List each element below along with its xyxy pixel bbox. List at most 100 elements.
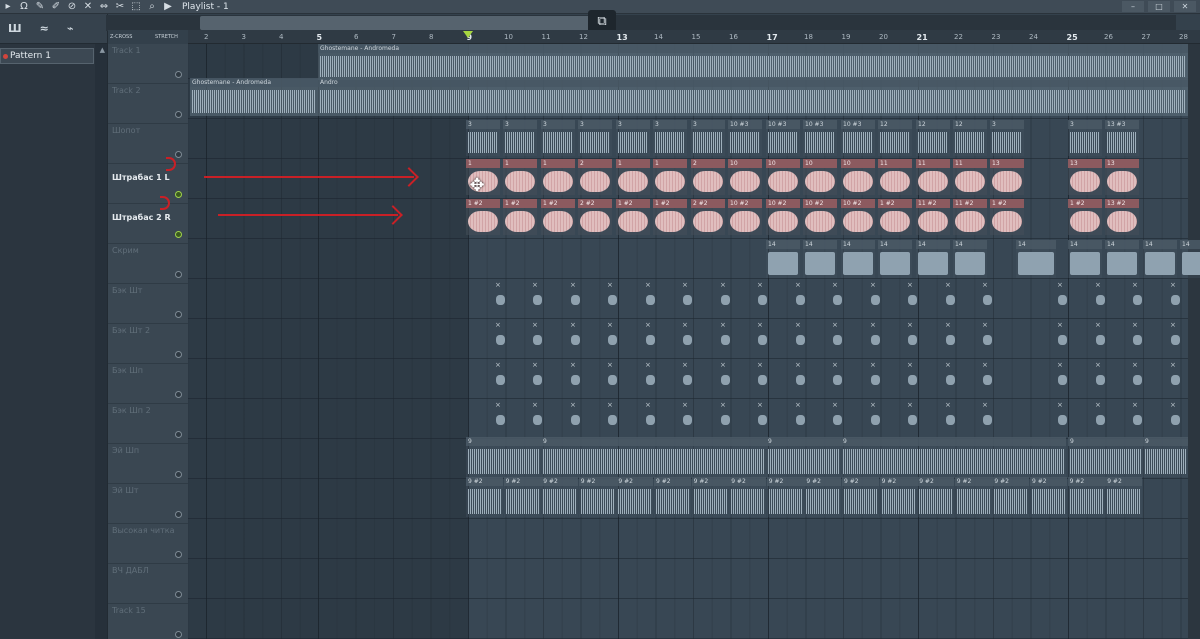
clip-close-icon[interactable]: × <box>907 321 913 329</box>
small-clip[interactable]: × <box>944 361 956 399</box>
audio-clip[interactable]: 10 #3 <box>803 120 837 156</box>
audio-clip[interactable]: 1 <box>616 159 650 195</box>
audio-clip[interactable]: 3 <box>541 120 575 156</box>
small-clip[interactable]: × <box>756 281 768 319</box>
small-clip[interactable]: × <box>569 321 581 359</box>
track-row[interactable]: Штрабас 1 L <box>108 164 188 204</box>
small-clip[interactable]: × <box>494 401 506 439</box>
small-clip[interactable]: × <box>569 401 581 439</box>
clip-close-icon[interactable]: × <box>720 321 726 329</box>
small-clip[interactable]: × <box>1056 281 1068 319</box>
track-row[interactable]: Скрим <box>108 244 188 284</box>
slip-icon[interactable]: ⇔ <box>98 1 110 12</box>
clip-close-icon[interactable]: × <box>1095 401 1101 409</box>
clip-close-icon[interactable]: × <box>720 361 726 369</box>
small-clip[interactable]: × <box>831 281 843 319</box>
audio-clip[interactable]: 9 <box>541 437 766 477</box>
horizontal-scroll-thumb[interactable] <box>200 16 590 30</box>
picker-scrollbar[interactable] <box>95 44 107 639</box>
audio-clip[interactable]: 9 #2 <box>466 477 503 517</box>
maximize-button[interactable]: □ <box>1148 1 1170 12</box>
track-row[interactable]: Бэк Шп 2 <box>108 404 188 444</box>
track-mute-led[interactable] <box>175 431 182 438</box>
small-clip[interactable]: × <box>1169 281 1181 319</box>
small-clip[interactable]: × <box>794 321 806 359</box>
audio-clip[interactable]: 3 <box>578 120 612 156</box>
audio-clip[interactable]: 14 <box>1105 240 1139 278</box>
small-clip[interactable]: × <box>606 321 618 359</box>
clip-close-icon[interactable]: × <box>1095 281 1101 289</box>
audio-clip[interactable]: 2 #2 <box>691 199 725 235</box>
audio-clip[interactable]: 1 <box>503 159 537 195</box>
track-mute-led[interactable] <box>175 551 182 558</box>
small-clip[interactable]: × <box>531 361 543 399</box>
track-row[interactable]: Track 1 <box>108 44 188 84</box>
audio-clip[interactable]: 14 <box>1180 240 1200 278</box>
clip-close-icon[interactable]: × <box>982 281 988 289</box>
audio-clip[interactable]: 9 <box>466 437 541 477</box>
clip-close-icon[interactable]: × <box>757 361 763 369</box>
audio-clip[interactable]: 13 <box>990 159 1024 195</box>
small-clip[interactable]: × <box>981 361 993 399</box>
small-clip[interactable]: × <box>944 321 956 359</box>
automation-icon[interactable]: ⌁ <box>67 22 74 35</box>
small-clip[interactable]: × <box>869 401 881 439</box>
audio-clip[interactable]: 1 #2 <box>541 199 575 235</box>
small-clip[interactable]: × <box>981 401 993 439</box>
clip-close-icon[interactable]: × <box>645 361 651 369</box>
audio-clip[interactable]: 10 <box>766 159 800 195</box>
audio-clip[interactable]: 9 #2 <box>654 477 691 517</box>
small-clip[interactable]: × <box>1169 321 1181 359</box>
audio-clip[interactable]: 9 #2 <box>917 477 955 517</box>
vertical-scrollbar[interactable] <box>1188 44 1200 639</box>
audio-clip[interactable]: 1 #2 <box>1068 199 1102 235</box>
audio-clip[interactable]: 13 <box>1068 159 1102 195</box>
small-clip[interactable]: × <box>756 361 768 399</box>
small-clip[interactable]: × <box>869 321 881 359</box>
clip-close-icon[interactable]: × <box>1057 361 1063 369</box>
clip-close-icon[interactable]: × <box>495 321 501 329</box>
clip-close-icon[interactable]: × <box>1170 321 1176 329</box>
audio-clip[interactable]: 14 <box>766 240 800 278</box>
clip-close-icon[interactable]: × <box>682 281 688 289</box>
audio-clip[interactable]: 1 #2 <box>990 199 1024 235</box>
audio-clip[interactable]: 10 #2 <box>728 199 762 235</box>
clip-close-icon[interactable]: × <box>1132 281 1138 289</box>
small-clip[interactable]: × <box>1094 401 1106 439</box>
track-mute-led[interactable] <box>175 391 182 398</box>
pattern-item[interactable]: Pattern 1 <box>0 48 94 64</box>
clip-close-icon[interactable]: × <box>757 401 763 409</box>
audio-clip[interactable]: 9 #2 <box>954 477 992 517</box>
clip-close-icon[interactable]: × <box>982 361 988 369</box>
clip-close-icon[interactable]: × <box>1057 281 1063 289</box>
audio-clip[interactable]: 1 #2 <box>878 199 912 235</box>
audio-clip[interactable]: 14 <box>803 240 837 278</box>
audio-clip[interactable]: 9 #2 <box>616 477 654 517</box>
audio-clip[interactable]: 9 #2 <box>842 477 879 517</box>
audio-clip[interactable]: 11 #2 <box>916 199 950 235</box>
small-clip[interactable]: × <box>1094 281 1106 319</box>
audio-clip[interactable]: 3 <box>616 120 650 156</box>
clip-close-icon[interactable]: × <box>795 321 801 329</box>
clip-close-icon[interactable]: × <box>1170 361 1176 369</box>
stretch-label[interactable]: STRETCH <box>155 34 178 40</box>
track-row[interactable]: Эй Шп <box>108 444 188 484</box>
brush-icon[interactable]: ✐ <box>50 1 62 12</box>
audio-clip[interactable]: 1 <box>653 159 687 195</box>
clip-close-icon[interactable]: × <box>570 401 576 409</box>
close-button[interactable]: ✕ <box>1174 1 1196 12</box>
clip-close-icon[interactable]: × <box>907 401 913 409</box>
small-clip[interactable]: × <box>831 321 843 359</box>
track-row[interactable]: Бэк Шп <box>108 364 188 404</box>
clip-close-icon[interactable]: × <box>945 281 951 289</box>
small-clip[interactable]: × <box>1131 321 1143 359</box>
audio-clip[interactable]: 10 #3 <box>841 120 875 156</box>
small-clip[interactable]: × <box>681 361 693 399</box>
clip-close-icon[interactable]: × <box>832 321 838 329</box>
small-clip[interactable]: × <box>756 321 768 359</box>
audio-clip[interactable]: 9 <box>1143 437 1188 477</box>
clip-close-icon[interactable]: × <box>720 401 726 409</box>
small-clip[interactable]: × <box>681 281 693 319</box>
track-mute-led[interactable] <box>175 311 182 318</box>
audio-clip[interactable]: 11 #2 <box>953 199 987 235</box>
